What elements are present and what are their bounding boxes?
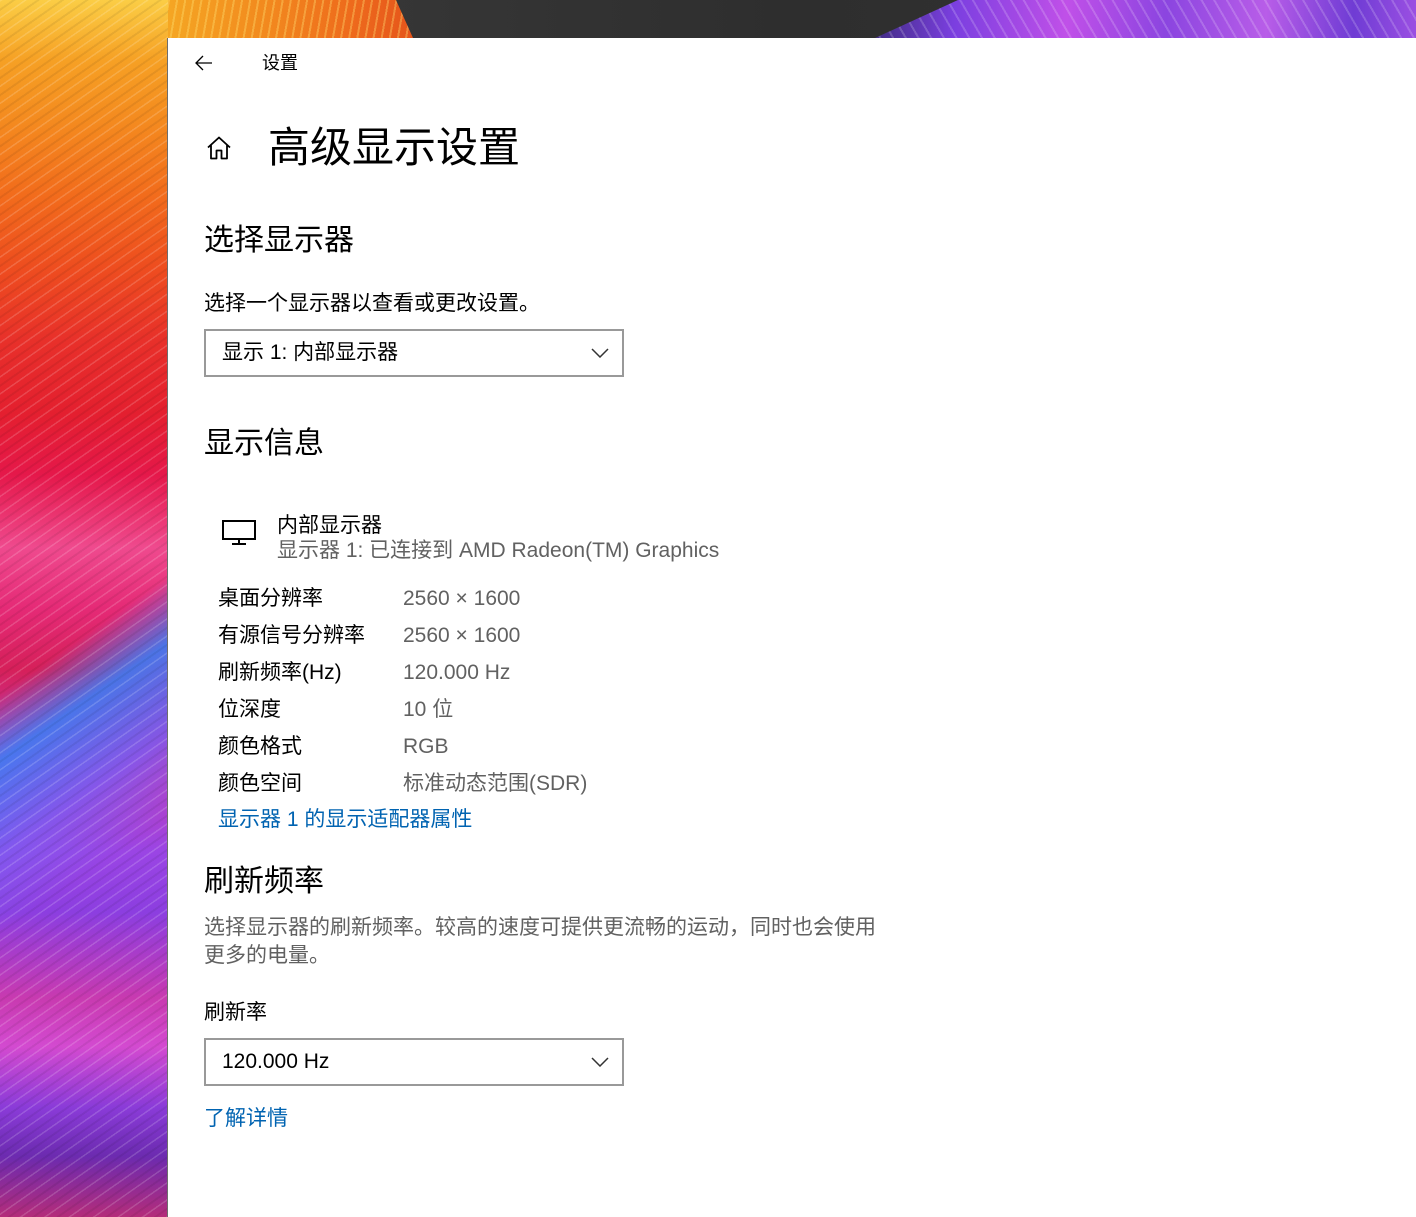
info-label: 颜色格式 — [218, 735, 302, 758]
refresh-rate-label: 刷新率 — [204, 1001, 267, 1024]
info-row-refresh-rate: 刷新频率(Hz) 120.000 Hz — [218, 654, 587, 691]
display-adapter-properties-link[interactable]: 显示器 1 的显示适配器属性 — [218, 806, 472, 834]
settings-window: 设置 高级显示设置 选择显示器 选择一个显示器以查看或更改设置。 显示 1: 内… — [167, 38, 1416, 1217]
home-icon — [207, 136, 231, 160]
info-label: 位深度 — [218, 698, 281, 721]
info-row-desktop-resolution: 桌面分辨率 2560 × 1600 — [218, 580, 587, 617]
info-label: 有源信号分辨率 — [218, 624, 365, 647]
window-title: 设置 — [262, 53, 298, 73]
info-value: 标准动态范围(SDR) — [403, 772, 588, 795]
info-value: 120.000 Hz — [403, 661, 511, 684]
refresh-rate-heading: 刷新频率 — [204, 865, 324, 898]
refresh-rate-description: 选择显示器的刷新频率。较高的速度可提供更流畅的运动，同时也会使用更多的电量。 — [204, 916, 876, 967]
monitor-name: 内部显示器 — [277, 514, 382, 537]
back-arrow-icon — [195, 55, 212, 71]
info-row-active-signal-resolution: 有源信号分辨率 2560 × 1600 — [218, 617, 587, 654]
select-display-description: 选择一个显示器以查看或更改设置。 — [204, 292, 540, 315]
desktop-wallpaper-top — [168, 0, 1416, 38]
info-label: 刷新频率(Hz) — [218, 661, 342, 684]
info-row-color-format: 颜色格式 RGB — [218, 728, 587, 765]
display-info-table: 桌面分辨率 2560 × 1600 有源信号分辨率 2560 × 1600 刷新… — [218, 580, 587, 802]
page-title: 高级显示设置 — [268, 124, 521, 171]
display-info-heading: 显示信息 — [204, 427, 324, 460]
monitor-connection-detail: 显示器 1: 已连接到 AMD Radeon(TM) Graphics — [277, 539, 720, 562]
refresh-rate-dropdown[interactable]: 120.000 Hz — [204, 1038, 624, 1086]
info-label: 桌面分辨率 — [218, 587, 323, 610]
info-value: RGB — [403, 735, 449, 758]
monitor-icon — [222, 520, 256, 545]
chevron-down-icon — [591, 1057, 609, 1067]
wallpaper-orange-streaks — [168, 0, 413, 38]
info-row-color-space: 颜色空间 标准动态范围(SDR) — [218, 765, 587, 802]
info-value: 2560 × 1600 — [403, 624, 521, 647]
info-label: 颜色空间 — [218, 772, 302, 795]
display-select-value: 显示 1: 内部显示器 — [222, 341, 399, 364]
select-display-heading: 选择显示器 — [204, 224, 354, 257]
refresh-rate-value: 120.000 Hz — [222, 1050, 330, 1073]
display-select-dropdown[interactable]: 显示 1: 内部显示器 — [204, 329, 624, 377]
home-button[interactable] — [204, 133, 234, 163]
info-value: 2560 × 1600 — [403, 587, 521, 610]
back-button[interactable] — [190, 49, 218, 77]
desktop-wallpaper-left — [0, 0, 168, 1217]
info-row-bit-depth: 位深度 10 位 — [218, 691, 587, 728]
learn-more-link[interactable]: 了解详情 — [204, 1105, 288, 1133]
chevron-down-icon — [591, 348, 609, 358]
info-value: 10 位 — [403, 698, 454, 721]
